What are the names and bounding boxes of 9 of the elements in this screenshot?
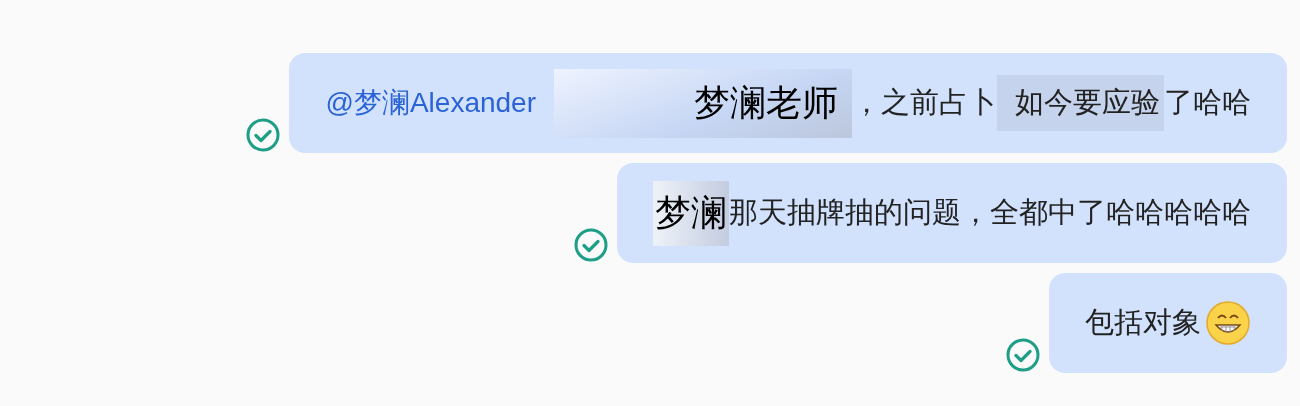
message-text: 那天抽牌抽的问题，全都中了哈哈哈哈哈 — [729, 195, 1251, 230]
name-highlight: 梦澜老师 — [554, 68, 852, 138]
message-text: 包括对象 — [1085, 305, 1201, 340]
mention-link[interactable]: @梦澜Alexander — [325, 84, 536, 122]
message-text: ，之前占卜 — [852, 85, 997, 120]
grin-emoji-icon — [1205, 300, 1251, 346]
message-text: 了哈哈 — [1164, 85, 1251, 120]
highlighted-text: 如今要应验 — [997, 75, 1164, 131]
name-highlight: 梦澜 — [653, 180, 729, 246]
